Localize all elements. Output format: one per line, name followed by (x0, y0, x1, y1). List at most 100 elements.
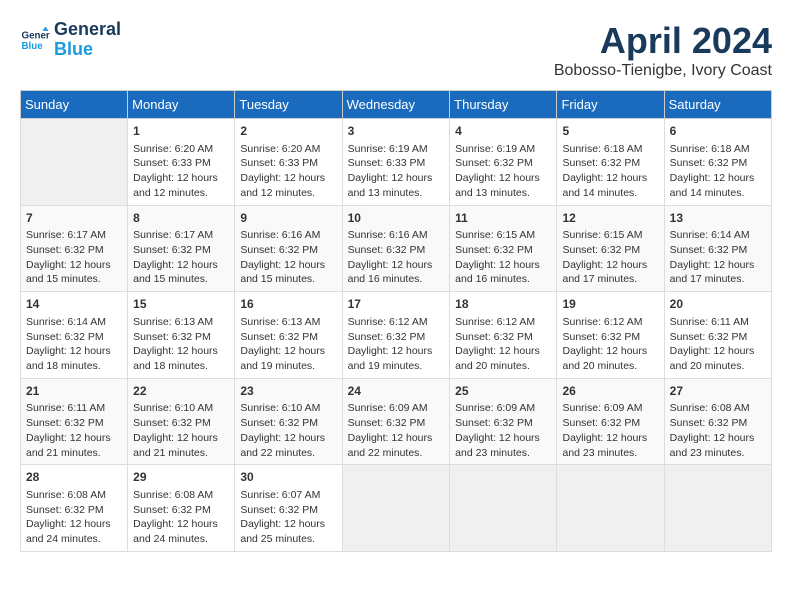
week-row-1: 1 Sunrise: 6:20 AM Sunset: 6:33 PM Daylig… (21, 119, 772, 206)
day-header-thursday: Thursday (450, 91, 557, 119)
day-number: 22 (133, 383, 229, 400)
day-info: Sunrise: 6:20 AM Sunset: 6:33 PM Dayligh… (133, 142, 229, 201)
day-info: Sunrise: 6:09 AM Sunset: 6:32 PM Dayligh… (455, 401, 551, 460)
day-number: 8 (133, 210, 229, 227)
day-info: Sunrise: 6:10 AM Sunset: 6:32 PM Dayligh… (240, 401, 336, 460)
day-number: 5 (562, 123, 658, 140)
day-number: 4 (455, 123, 551, 140)
day-info: Sunrise: 6:16 AM Sunset: 6:32 PM Dayligh… (348, 228, 445, 287)
day-info: Sunrise: 6:17 AM Sunset: 6:32 PM Dayligh… (133, 228, 229, 287)
calendar-cell (664, 465, 771, 552)
calendar-cell: 7Sunrise: 6:17 AM Sunset: 6:32 PM Daylig… (21, 205, 128, 292)
calendar-cell (557, 465, 664, 552)
day-number: 26 (562, 383, 658, 400)
header-row: SundayMondayTuesdayWednesdayThursdayFrid… (21, 91, 772, 119)
day-number: 18 (455, 296, 551, 313)
day-info: Sunrise: 6:20 AM Sunset: 6:33 PM Dayligh… (240, 142, 336, 201)
day-header-sunday: Sunday (21, 91, 128, 119)
calendar-cell: 30Sunrise: 6:07 AM Sunset: 6:32 PM Dayli… (235, 465, 342, 552)
month-title: April 2024 (554, 20, 772, 62)
day-number: 28 (26, 469, 122, 486)
calendar-cell: 4Sunrise: 6:19 AM Sunset: 6:32 PM Daylig… (450, 119, 557, 206)
calendar-cell: 24Sunrise: 6:09 AM Sunset: 6:32 PM Dayli… (342, 378, 450, 465)
day-info: Sunrise: 6:10 AM Sunset: 6:32 PM Dayligh… (133, 401, 229, 460)
svg-text:General: General (22, 30, 51, 41)
day-header-monday: Monday (128, 91, 235, 119)
logo-icon: General Blue (20, 25, 50, 55)
calendar-cell: 26Sunrise: 6:09 AM Sunset: 6:32 PM Dayli… (557, 378, 664, 465)
day-info: Sunrise: 6:13 AM Sunset: 6:32 PM Dayligh… (240, 315, 336, 374)
logo-line2: Blue (54, 40, 121, 60)
calendar-cell: 14Sunrise: 6:14 AM Sunset: 6:32 PM Dayli… (21, 292, 128, 379)
day-number: 16 (240, 296, 336, 313)
day-number: 14 (26, 296, 122, 313)
day-number: 20 (670, 296, 766, 313)
day-number: 6 (670, 123, 766, 140)
day-header-wednesday: Wednesday (342, 91, 450, 119)
day-number: 11 (455, 210, 551, 227)
calendar-cell: 11Sunrise: 6:15 AM Sunset: 6:32 PM Dayli… (450, 205, 557, 292)
logo-line1: General (54, 20, 121, 40)
day-number: 24 (348, 383, 445, 400)
calendar-cell: 21Sunrise: 6:11 AM Sunset: 6:32 PM Dayli… (21, 378, 128, 465)
week-row-2: 7 Sunrise: 6:17 AM Sunset: 6:32 PM Daylig… (21, 205, 772, 292)
calendar-cell: 1 Sunrise: 6:20 AM Sunset: 6:33 PM Daylig… (128, 119, 235, 206)
day-info: Sunrise: 6:15 AM Sunset: 6:32 PM Dayligh… (562, 228, 658, 287)
day-info: Sunrise: 6:18 AM Sunset: 6:32 PM Dayligh… (670, 142, 766, 201)
calendar-cell: 22Sunrise: 6:10 AM Sunset: 6:32 PM Dayli… (128, 378, 235, 465)
svg-text:Blue: Blue (22, 41, 44, 52)
day-number: 2 (240, 123, 336, 140)
day-number: 29 (133, 469, 229, 486)
day-info: Sunrise: 6:16 AM Sunset: 6:32 PM Dayligh… (240, 228, 336, 287)
calendar-body: 1 Sunrise: 6:20 AM Sunset: 6:33 PM Daylig… (21, 119, 772, 552)
day-info: Sunrise: 6:15 AM Sunset: 6:32 PM Dayligh… (455, 228, 551, 287)
calendar-cell: 15 Sunrise: 6:13 AM Sunset: 6:32 PM Dayli… (128, 292, 235, 379)
calendar-cell: 6 Sunrise: 6:18 AM Sunset: 6:32 PM Daylig… (664, 119, 771, 206)
calendar-cell: 20 Sunrise: 6:11 AM Sunset: 6:32 PM Dayli… (664, 292, 771, 379)
calendar-cell: 5 Sunrise: 6:18 AM Sunset: 6:32 PM Daylig… (557, 119, 664, 206)
day-info: Sunrise: 6:09 AM Sunset: 6:32 PM Dayligh… (348, 401, 445, 460)
day-number: 9 (240, 210, 336, 227)
calendar-table: SundayMondayTuesdayWednesdayThursdayFrid… (20, 90, 772, 552)
calendar-cell: 29Sunrise: 6:08 AM Sunset: 6:32 PM Dayli… (128, 465, 235, 552)
calendar-cell: 12Sunrise: 6:15 AM Sunset: 6:32 PM Dayli… (557, 205, 664, 292)
calendar-cell (450, 465, 557, 552)
day-info: Sunrise: 6:11 AM Sunset: 6:32 PM Dayligh… (670, 315, 766, 374)
logo-text: General Blue (54, 20, 121, 60)
calendar-cell: 27Sunrise: 6:08 AM Sunset: 6:32 PM Dayli… (664, 378, 771, 465)
title-area: April 2024 Bobosso-Tienigbe, Ivory Coast (554, 20, 772, 80)
day-number: 12 (562, 210, 658, 227)
day-number: 25 (455, 383, 551, 400)
day-number: 10 (348, 210, 445, 227)
calendar-cell: 18Sunrise: 6:12 AM Sunset: 6:32 PM Dayli… (450, 292, 557, 379)
day-info: Sunrise: 6:11 AM Sunset: 6:32 PM Dayligh… (26, 401, 122, 460)
day-info: Sunrise: 6:19 AM Sunset: 6:33 PM Dayligh… (348, 142, 445, 201)
day-info: Sunrise: 6:13 AM Sunset: 6:32 PM Dayligh… (133, 315, 229, 374)
day-number: 30 (240, 469, 336, 486)
week-row-3: 14Sunrise: 6:14 AM Sunset: 6:32 PM Dayli… (21, 292, 772, 379)
day-info: Sunrise: 6:12 AM Sunset: 6:32 PM Dayligh… (348, 315, 445, 374)
day-info: Sunrise: 6:08 AM Sunset: 6:32 PM Dayligh… (26, 488, 122, 547)
calendar-cell: 19Sunrise: 6:12 AM Sunset: 6:32 PM Dayli… (557, 292, 664, 379)
day-number: 3 (348, 123, 445, 140)
day-number: 13 (670, 210, 766, 227)
calendar-cell (21, 119, 128, 206)
day-info: Sunrise: 6:14 AM Sunset: 6:32 PM Dayligh… (670, 228, 766, 287)
day-number: 1 (133, 123, 229, 140)
calendar-cell: 8Sunrise: 6:17 AM Sunset: 6:32 PM Daylig… (128, 205, 235, 292)
calendar-cell: 16 Sunrise: 6:13 AM Sunset: 6:32 PM Dayli… (235, 292, 342, 379)
day-number: 7 (26, 210, 122, 227)
calendar-cell: 10Sunrise: 6:16 AM Sunset: 6:32 PM Dayli… (342, 205, 450, 292)
week-row-4: 21Sunrise: 6:11 AM Sunset: 6:32 PM Dayli… (21, 378, 772, 465)
calendar-cell: 25Sunrise: 6:09 AM Sunset: 6:32 PM Dayli… (450, 378, 557, 465)
day-info: Sunrise: 6:18 AM Sunset: 6:32 PM Dayligh… (562, 142, 658, 201)
calendar-cell (342, 465, 450, 552)
week-row-5: 28 Sunrise: 6:08 AM Sunset: 6:32 PM Dayli… (21, 465, 772, 552)
day-info: Sunrise: 6:08 AM Sunset: 6:32 PM Dayligh… (670, 401, 766, 460)
day-header-saturday: Saturday (664, 91, 771, 119)
calendar-cell: 9Sunrise: 6:16 AM Sunset: 6:32 PM Daylig… (235, 205, 342, 292)
logo: General Blue General Blue (20, 20, 121, 60)
day-info: Sunrise: 6:12 AM Sunset: 6:32 PM Dayligh… (562, 315, 658, 374)
day-number: 15 (133, 296, 229, 313)
day-header-tuesday: Tuesday (235, 91, 342, 119)
